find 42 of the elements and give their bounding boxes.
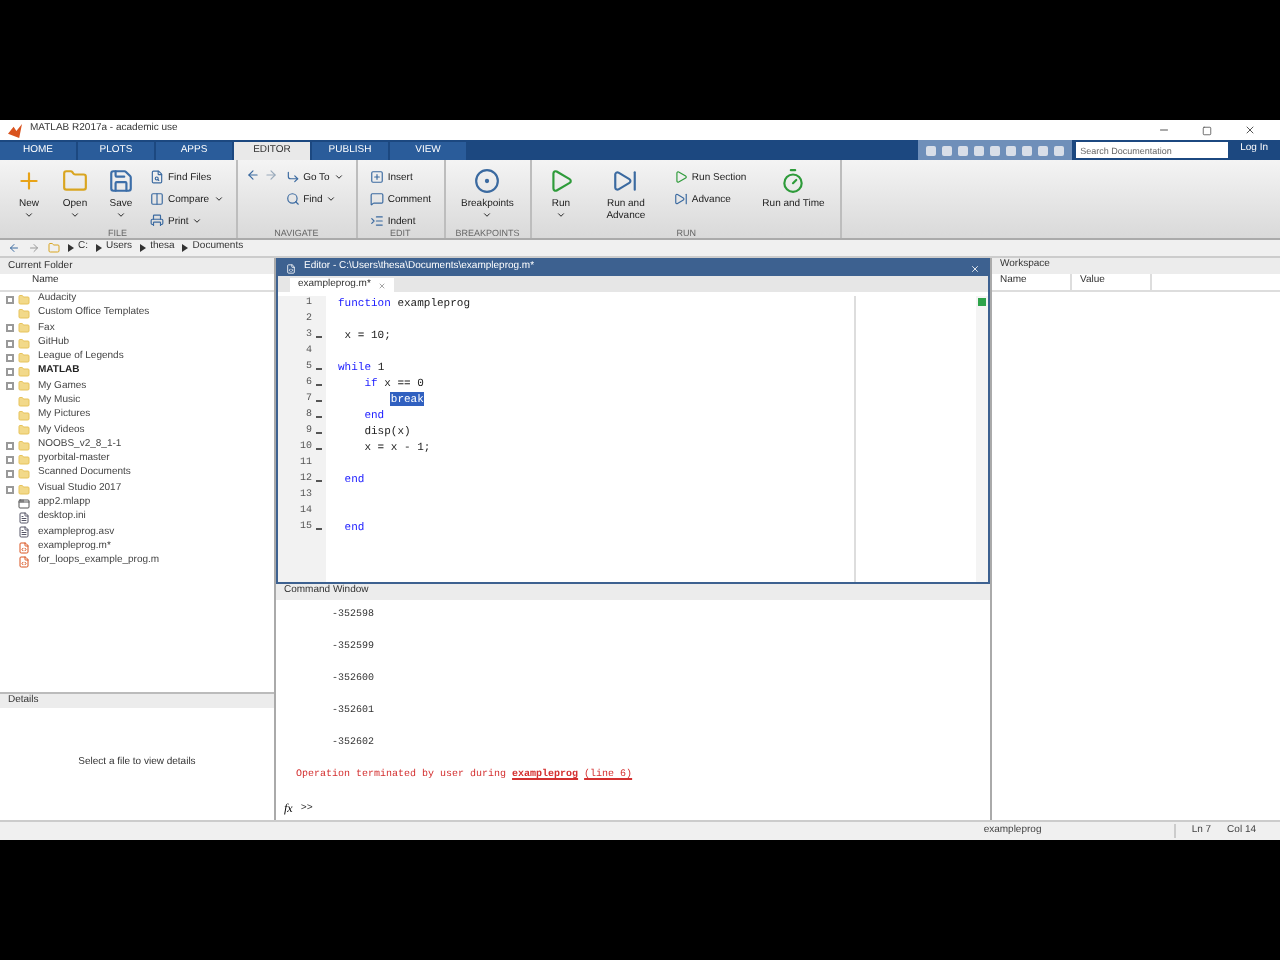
forward-icon[interactable] (28, 242, 40, 254)
expand-icon[interactable] (5, 353, 13, 362)
file-search-icon (150, 170, 164, 184)
expand-icon[interactable] (5, 455, 13, 464)
columns-icon (150, 192, 164, 206)
indent-icon (369, 214, 384, 226)
skip-icon (673, 192, 688, 206)
chevron-icon (68, 244, 74, 252)
back-icon[interactable] (8, 242, 20, 254)
printer-icon (150, 214, 164, 226)
expand-icon[interactable] (5, 470, 13, 479)
comment-icon (369, 192, 384, 206)
app-file-icon (18, 497, 30, 510)
insert-icon (369, 170, 384, 184)
folder-icon (62, 168, 88, 194)
status-indicator (978, 298, 986, 306)
expand-icon[interactable] (5, 339, 13, 348)
timer-icon (780, 168, 807, 194)
plus-icon (16, 168, 42, 194)
minimize-icon[interactable] (1158, 124, 1170, 136)
chevron-icon (96, 244, 102, 252)
maximize-icon[interactable] (1202, 125, 1212, 135)
expand-icon[interactable] (5, 382, 13, 391)
expand-icon[interactable] (5, 441, 13, 450)
breakpoint-icon (474, 168, 501, 194)
save-icon (108, 168, 134, 194)
folder-icon[interactable] (48, 242, 60, 254)
chevron-icon (182, 244, 189, 252)
expand-icon[interactable] (5, 324, 13, 333)
expand-icon[interactable] (5, 368, 13, 377)
expand-icon[interactable] (5, 295, 13, 304)
play-icon (673, 170, 688, 184)
forward-icon[interactable] (263, 168, 278, 182)
editor-icon (286, 263, 296, 273)
arrow-icon (285, 170, 300, 184)
search-icon (285, 192, 300, 206)
chevron-icon (140, 244, 147, 252)
back-icon[interactable] (245, 168, 260, 182)
close-icon[interactable] (1244, 124, 1256, 136)
skip-icon (612, 168, 639, 194)
play-icon (547, 168, 574, 194)
expand-icon[interactable] (5, 485, 13, 493)
